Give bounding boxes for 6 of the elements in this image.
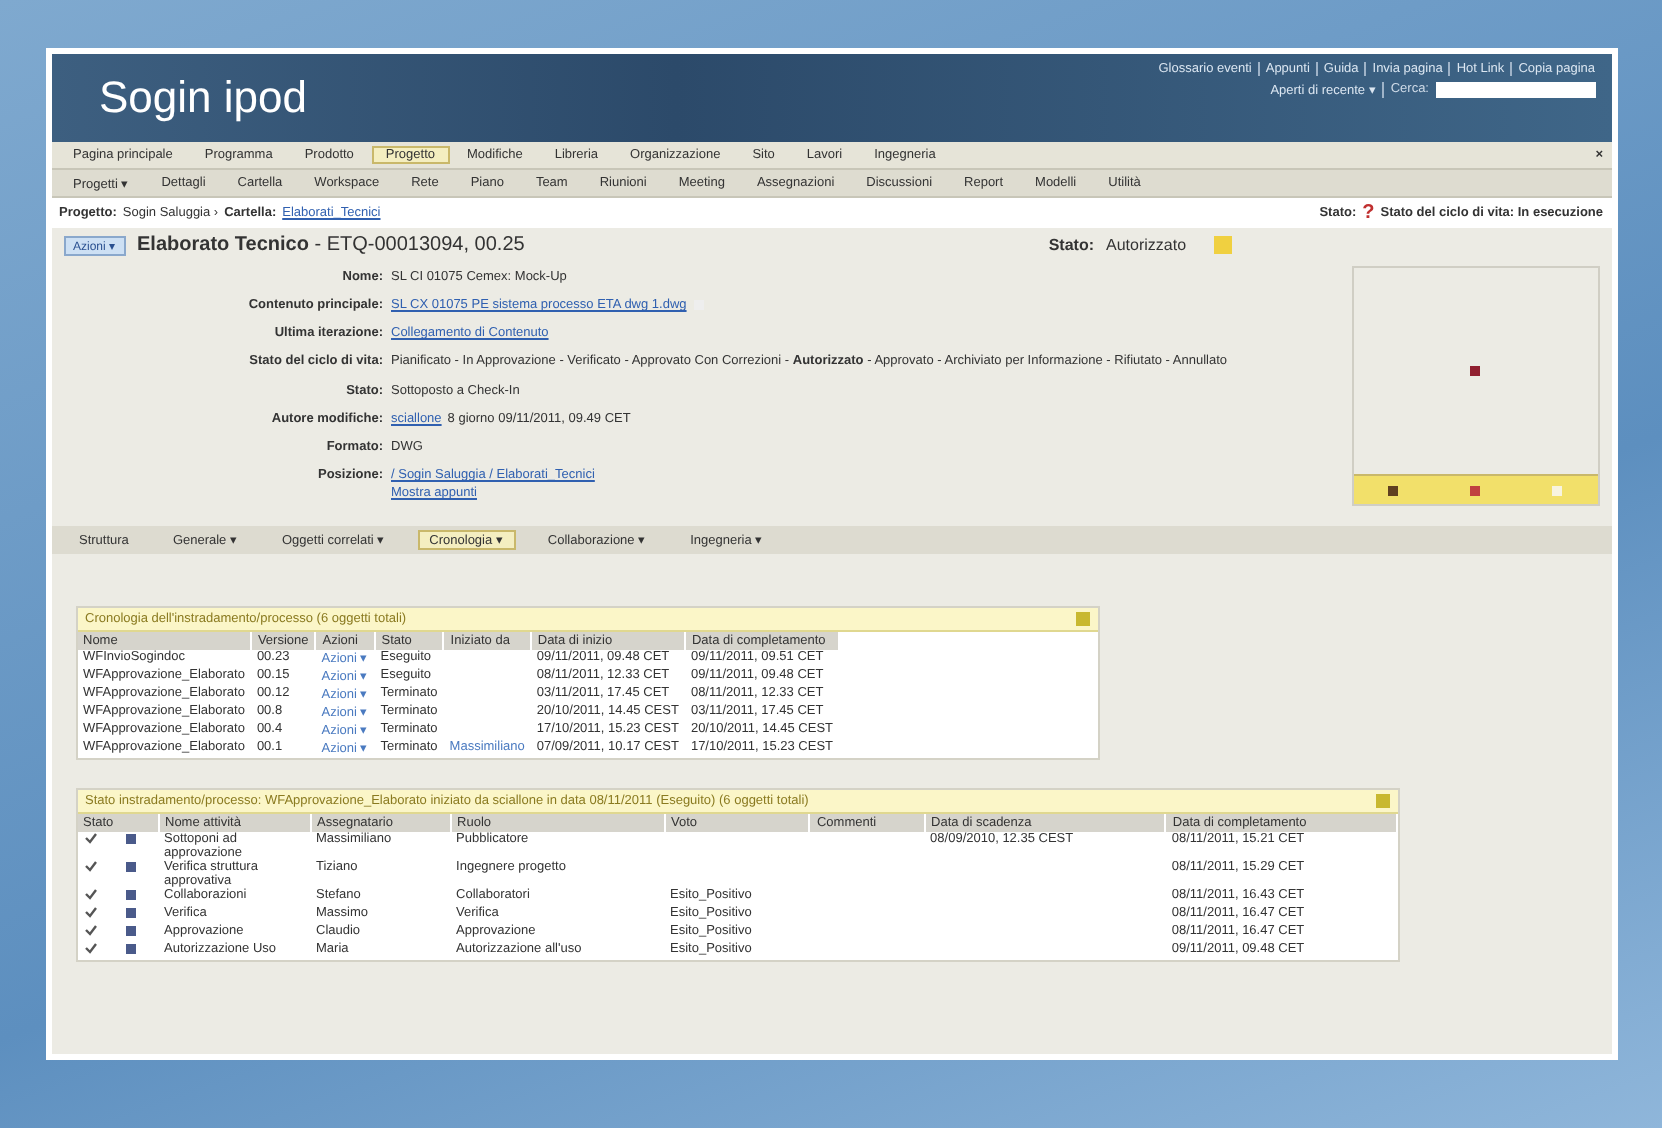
status-label: Stato: <box>1048 236 1094 254</box>
search-field[interactable] <box>1435 82 1595 98</box>
logo: Sogin ipod <box>99 72 307 124</box>
object-title: Elaborato Tecnico - ETQ-00013094, 00.25 <box>137 234 525 256</box>
status-value: Autorizzato <box>1106 236 1187 254</box>
help-mark: ? <box>1362 202 1375 224</box>
